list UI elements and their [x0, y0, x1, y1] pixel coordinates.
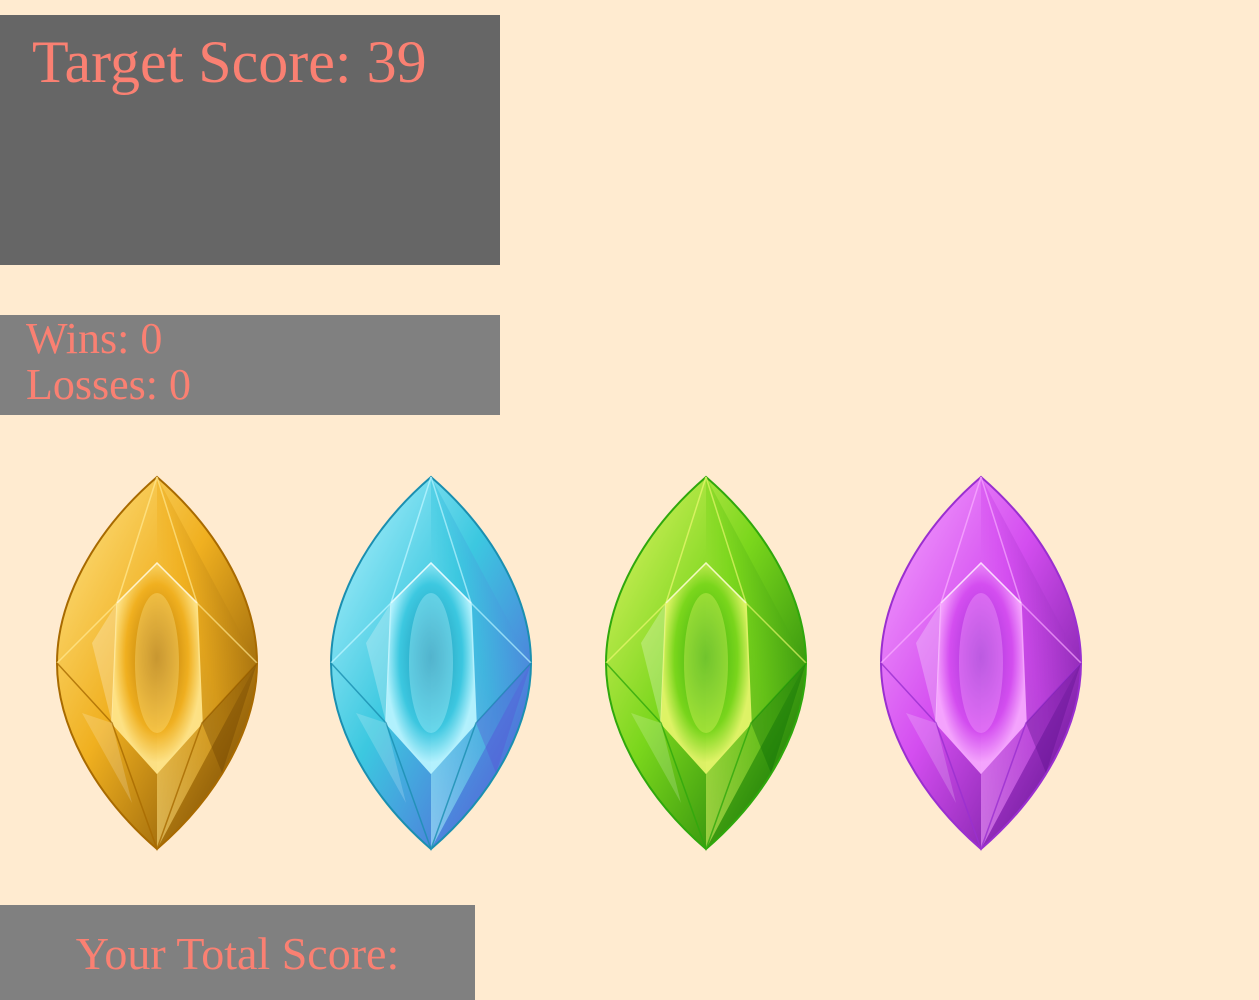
- total-score-label: Your Total Score:: [75, 928, 400, 979]
- crystal-button-yellow[interactable]: [52, 473, 262, 853]
- target-score-panel: Target Score: 39: [0, 15, 500, 265]
- crystal-button-purple[interactable]: [876, 473, 1086, 853]
- crystal-button-green[interactable]: [601, 473, 811, 853]
- blue-crystal-icon: [329, 475, 533, 852]
- green-crystal-icon: [604, 475, 808, 852]
- win-loss-panel: Wins: 0 Losses: 0: [0, 315, 500, 415]
- purple-crystal-icon: [879, 475, 1083, 852]
- target-score-text: Target Score: 39: [32, 29, 427, 95]
- wins-counter: Wins: 0: [26, 314, 163, 363]
- crystal-button-blue[interactable]: [326, 473, 536, 853]
- yellow-crystal-icon: [55, 475, 259, 852]
- losses-counter: Losses: 0: [26, 360, 191, 409]
- total-score-panel: Your Total Score:: [0, 905, 475, 1000]
